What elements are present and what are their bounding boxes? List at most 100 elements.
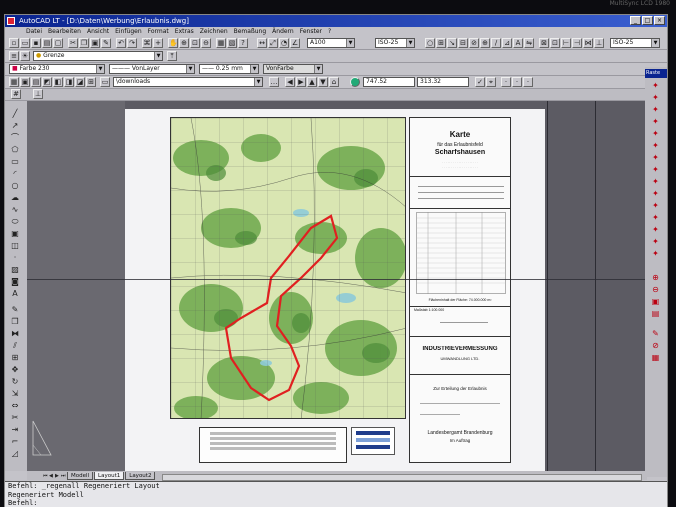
coord-pick-icon[interactable]: ⌖ bbox=[486, 77, 496, 87]
new-file-icon[interactable]: ▫ bbox=[9, 38, 19, 48]
raster-tool-14-icon[interactable]: ✦ bbox=[650, 237, 661, 246]
menu-item-9[interactable]: Fenster bbox=[297, 27, 325, 37]
raster-tool-10-icon[interactable]: ✦ bbox=[650, 189, 661, 198]
tab-layout1[interactable]: Layout1 bbox=[94, 472, 125, 480]
copy-object-icon[interactable]: ❐ bbox=[9, 317, 21, 327]
dim-baseline-icon[interactable]: ⊣ bbox=[572, 38, 582, 48]
menu-item-10[interactable]: ? bbox=[325, 27, 334, 37]
image-attach-icon[interactable]: ▤ bbox=[31, 77, 41, 87]
raster-view-2-icon[interactable]: ▤ bbox=[650, 309, 661, 318]
dim-continue-icon[interactable]: ⊢ bbox=[561, 38, 571, 48]
break-icon[interactable]: ⌐ bbox=[9, 437, 21, 447]
raster-tool-3-icon[interactable]: ✦ bbox=[650, 105, 661, 114]
color-dropdown[interactable]: ■ Farbe 230 ▼ bbox=[9, 64, 105, 74]
spline-icon[interactable]: ∿ bbox=[9, 205, 21, 215]
command-line[interactable]: Befehl: _regenall Regeneriert Layout Reg… bbox=[5, 481, 667, 507]
chevron-down-icon[interactable]: ▼ bbox=[154, 52, 162, 60]
raster-tool-8-icon[interactable]: ✦ bbox=[650, 165, 661, 174]
image-clip-icon[interactable]: ◩ bbox=[42, 77, 52, 87]
chevron-down-icon[interactable]: ▼ bbox=[314, 65, 322, 73]
nav-up-icon[interactable]: ▲ bbox=[307, 77, 317, 87]
grid-toggle-icon[interactable]: # bbox=[11, 89, 21, 99]
layer-manager-icon[interactable]: ≡ bbox=[9, 51, 19, 61]
layer-dropdown[interactable]: ● Grenze ▼ bbox=[33, 51, 163, 61]
pan-icon[interactable]: ✋ bbox=[168, 38, 178, 48]
make-object-layer-current-icon[interactable]: ⤒ bbox=[167, 51, 177, 61]
raster-edit-2-icon[interactable]: ⊘ bbox=[650, 341, 661, 350]
dim-angular-icon[interactable]: ∠ bbox=[290, 38, 300, 48]
zoom-realtime-icon[interactable]: ⊕ bbox=[179, 38, 189, 48]
raster-zoom-2-icon[interactable]: ⊖ bbox=[650, 285, 661, 294]
linetype-dropdown[interactable]: ——— VonLayer ▼ bbox=[109, 64, 195, 74]
tab-modell[interactable]: Modell bbox=[67, 472, 94, 480]
dim-edit-text-icon[interactable]: A bbox=[513, 38, 523, 48]
plotstyle-dropdown[interactable]: VonFarbe ▼ bbox=[263, 64, 323, 74]
tab-last-icon[interactable]: ⏭ bbox=[61, 473, 66, 480]
hyperlink-icon[interactable]: ⌘ bbox=[142, 38, 152, 48]
image-manager-icon[interactable]: ⊞ bbox=[86, 77, 96, 87]
dim-radius-icon[interactable]: ◔ bbox=[279, 38, 289, 48]
properties-icon[interactable]: ▦ bbox=[216, 38, 226, 48]
ellipse-icon[interactable]: ⬭ bbox=[9, 217, 21, 227]
raster-tool-icon[interactable]: ▦ bbox=[9, 77, 19, 87]
raster-tool-4-icon[interactable]: ✦ bbox=[650, 117, 661, 126]
polyline-icon[interactable]: ⌒ bbox=[9, 133, 21, 143]
chevron-down-icon[interactable]: ▼ bbox=[186, 65, 194, 73]
drawing-canvas[interactable]: Karte für das Erlaubnisfeld Scharfshause… bbox=[27, 101, 647, 471]
preview-icon[interactable]: ▢ bbox=[53, 38, 63, 48]
image-frame-icon[interactable]: ▣ bbox=[20, 77, 30, 87]
raster-tool-15-icon[interactable]: ✦ bbox=[650, 249, 661, 258]
dim-aligned-icon[interactable]: ⤢ bbox=[268, 38, 278, 48]
dim-style-icon[interactable]: ⊠ bbox=[539, 38, 549, 48]
line-tool-icon[interactable]: ╱ bbox=[9, 109, 21, 119]
chevron-down-icon[interactable]: ▼ bbox=[406, 39, 414, 47]
maximize-icon[interactable]: □ bbox=[642, 16, 653, 25]
menu-item-7[interactable]: Bemaßung bbox=[231, 27, 270, 37]
leader-icon[interactable]: ↘ bbox=[447, 38, 457, 48]
mirror-icon[interactable]: ⧓ bbox=[9, 329, 21, 339]
raster-tool-13-icon[interactable]: ✦ bbox=[650, 225, 661, 234]
layer-state-icon[interactable]: ☀ bbox=[20, 51, 30, 61]
autocad-app-icon[interactable] bbox=[7, 17, 15, 25]
raster-zoom-icon[interactable]: ⊕ bbox=[650, 273, 661, 282]
chevron-down-icon[interactable]: ▼ bbox=[254, 78, 262, 86]
coord-apply-icon[interactable]: ✓ bbox=[475, 77, 485, 87]
hatch-icon[interactable]: ▨ bbox=[9, 265, 21, 275]
point-icon[interactable]: · bbox=[9, 253, 21, 263]
menu-item-4[interactable]: Format bbox=[145, 27, 172, 37]
menu-item-5[interactable]: Extras bbox=[172, 27, 197, 37]
edit-dim-icon[interactable]: ⊿ bbox=[502, 38, 512, 48]
extend-icon[interactable]: ⇥ bbox=[9, 425, 21, 435]
mtext-icon[interactable]: A bbox=[9, 289, 21, 299]
design-center-icon[interactable]: ▧ bbox=[227, 38, 237, 48]
horizontal-scrollbar[interactable] bbox=[162, 474, 643, 481]
raster-edit-3-icon[interactable]: ▦ bbox=[650, 353, 661, 362]
make-block-icon[interactable]: ◫ bbox=[9, 241, 21, 251]
coord-x-field[interactable]: 747.52 bbox=[363, 77, 415, 87]
stretch-icon[interactable]: ⇔ bbox=[9, 401, 21, 411]
raster-tool-7-icon[interactable]: ✦ bbox=[650, 153, 661, 162]
folder-icon[interactable]: ▭ bbox=[100, 77, 110, 87]
chevron-down-icon[interactable]: ▼ bbox=[96, 65, 104, 73]
tab-layout2[interactable]: Layout2 bbox=[125, 472, 156, 480]
raster-tool-2-icon[interactable]: ✦ bbox=[650, 93, 661, 102]
paste-icon[interactable]: ▣ bbox=[90, 38, 100, 48]
raster-option-2-icon[interactable]: · bbox=[512, 77, 522, 87]
raster-edit-icon[interactable]: ✎ bbox=[650, 329, 661, 338]
region-icon[interactable]: ◙ bbox=[9, 277, 21, 287]
image-quality-icon[interactable]: ◨ bbox=[64, 77, 74, 87]
circle-icon[interactable]: ○ bbox=[9, 181, 21, 191]
polygon-icon[interactable]: ⬠ bbox=[9, 145, 21, 155]
nav-home-icon[interactable]: ⌂ bbox=[329, 77, 339, 87]
zoom-window-icon[interactable]: ⊡ bbox=[190, 38, 200, 48]
circle-tool-icon[interactable]: ○ bbox=[425, 38, 435, 48]
raster-tool-12-icon[interactable]: ✦ bbox=[650, 213, 661, 222]
lineweight-dropdown[interactable]: —— 0.25 mm ▼ bbox=[199, 64, 259, 74]
coordinate-globe-icon[interactable] bbox=[350, 77, 360, 87]
open-folder-icon[interactable]: ▭ bbox=[20, 38, 30, 48]
raster-option-1-icon[interactable]: · bbox=[501, 77, 511, 87]
chevron-down-icon[interactable]: ▼ bbox=[250, 65, 258, 73]
minimize-icon[interactable]: _ bbox=[630, 16, 641, 25]
tolerance2-icon[interactable]: ⊟ bbox=[458, 38, 468, 48]
tab-first-icon[interactable]: ⏮ bbox=[43, 473, 48, 480]
